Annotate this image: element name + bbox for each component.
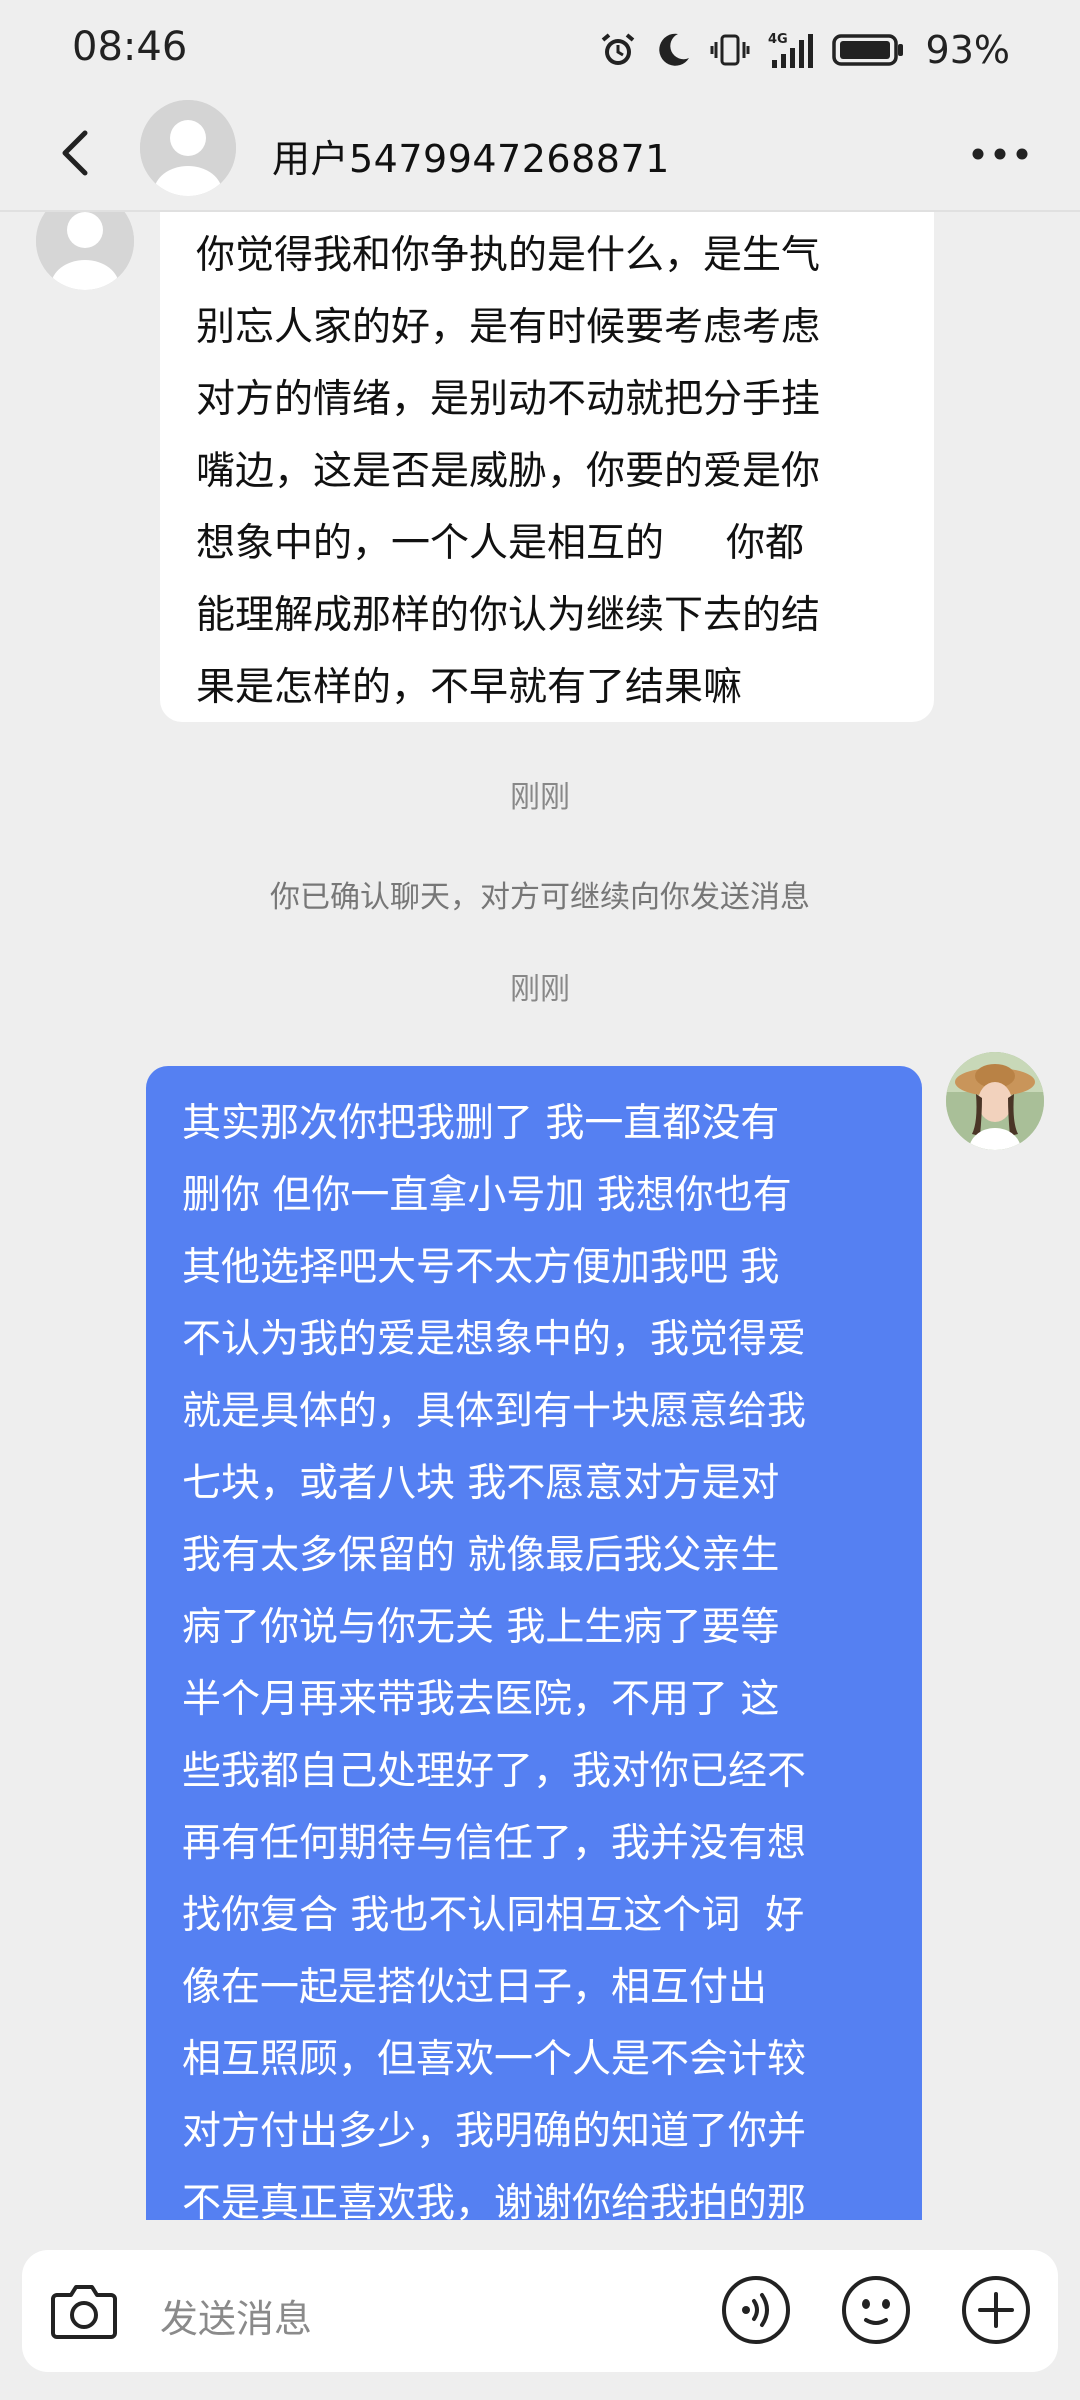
peer-avatar[interactable] (36, 212, 134, 290)
voice-icon (720, 2274, 792, 2350)
message-timestamp: 刚刚 (510, 780, 570, 815)
more-button[interactable] (960, 126, 1040, 186)
input-area: 发送消息 (0, 2220, 1080, 2400)
status-bar: 08:46 4G 93% (0, 0, 1080, 100)
chat-header: 用户5479947268871 (0, 100, 1080, 212)
default-user-icon (140, 100, 236, 196)
message-list[interactable]: 你觉得我和你争执的是什么，是生气 别忘人家的好，是有时候要考虑考虑 对方的情绪，… (0, 212, 1080, 2220)
incoming-message-bubble[interactable]: 你觉得我和你争执的是什么，是生气 别忘人家的好，是有时候要考虑考虑 对方的情绪，… (160, 212, 934, 722)
voice-button[interactable] (718, 2274, 794, 2350)
contact-avatar[interactable] (140, 100, 236, 196)
emoji-icon (840, 2274, 912, 2350)
status-time: 08:46 (72, 24, 188, 70)
signal-4g-icon: 4G (768, 30, 814, 70)
chevron-left-icon (57, 127, 93, 183)
more-dots-icon (970, 146, 1030, 166)
moon-icon (656, 31, 692, 69)
default-user-icon (36, 212, 134, 290)
user-photo-avatar (946, 1052, 1044, 1150)
status-icons: 4G 93% (598, 26, 1010, 74)
network-label: 4G (768, 32, 788, 47)
plus-icon (960, 2274, 1032, 2350)
emoji-button[interactable] (838, 2274, 914, 2350)
back-button[interactable] (40, 122, 110, 188)
battery-icon (831, 30, 906, 70)
system-notice: 你已确认聊天，对方可继续向你发送消息 (270, 880, 810, 915)
vibrate-icon (710, 30, 750, 70)
plus-button[interactable] (958, 2274, 1034, 2350)
message-timestamp: 刚刚 (510, 972, 570, 1007)
chat-screen: 08:46 4G 93% 用户5479947268871 你觉得我和你争执的是什… (0, 0, 1080, 2400)
battery-percent: 93% (925, 28, 1010, 72)
alarm-icon (598, 30, 638, 70)
camera-button[interactable] (46, 2274, 122, 2350)
self-avatar[interactable] (946, 1052, 1044, 1150)
message-input-placeholder[interactable]: 发送消息 (160, 2288, 312, 2343)
contact-name: 用户5479947268871 (272, 137, 670, 181)
camera-icon (49, 2279, 119, 2345)
message-input-box[interactable]: 发送消息 (22, 2250, 1058, 2372)
outgoing-message-bubble[interactable]: 其实那次你把我删了 我一直都没有 删你 但你一直拿小号加 我想你也有 其他选择吧… (146, 1066, 922, 2220)
